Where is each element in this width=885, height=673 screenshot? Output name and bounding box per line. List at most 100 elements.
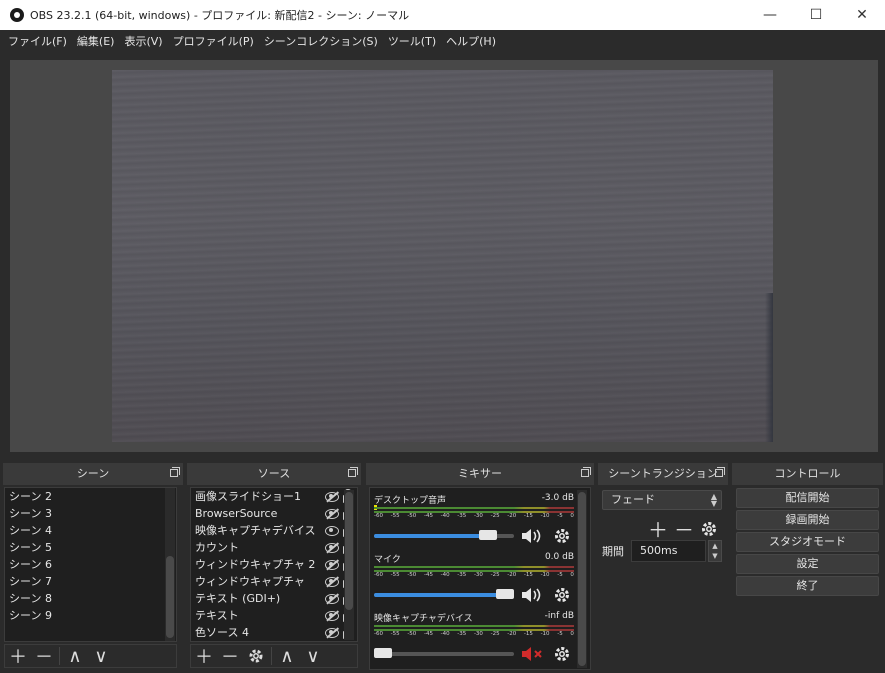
menu-help[interactable]: ヘルプ(H) [441, 33, 501, 49]
duration-spinner[interactable]: ▲ ▼ [708, 540, 722, 562]
source-item[interactable]: BrowserSource [191, 505, 357, 522]
gear-icon[interactable] [553, 645, 571, 663]
move-source-down-button[interactable]: ∨ [300, 644, 326, 668]
channel-db: -3.0 dB [541, 493, 574, 503]
speaker-icon[interactable] [520, 527, 544, 545]
visibility-hidden-icon[interactable] [325, 577, 339, 587]
transition-selected: フェード [611, 493, 655, 506]
source-properties-button[interactable] [243, 644, 269, 668]
volume-slider[interactable] [374, 530, 514, 540]
scene-list[interactable]: シーン 2 シーン 3 シーン 4 シーン 5 シーン 6 シーン 7 シーン … [4, 487, 177, 642]
gear-icon[interactable] [553, 586, 571, 604]
remove-source-button[interactable]: － [217, 644, 243, 668]
visibility-hidden-icon[interactable] [325, 509, 339, 519]
scene-item[interactable]: シーン 7 [5, 573, 176, 590]
source-item[interactable]: カウント [191, 539, 357, 556]
add-source-button[interactable]: ＋ [191, 644, 217, 668]
menu-tools[interactable]: ツール(T) [383, 33, 441, 49]
gear-icon[interactable] [553, 527, 571, 545]
visibility-hidden-icon[interactable] [325, 492, 339, 502]
source-item[interactable]: テキスト [191, 607, 357, 624]
scene-item[interactable]: シーン 3 [5, 505, 176, 522]
mixer-scroll-thumb[interactable] [578, 492, 586, 666]
volume-thumb[interactable] [496, 589, 514, 599]
volume-slider[interactable] [374, 589, 514, 599]
source-item[interactable]: テキスト (GDI+) [191, 590, 357, 607]
visibility-hidden-icon[interactable] [325, 594, 339, 604]
studio-mode-button[interactable]: スタジオモード [736, 532, 879, 552]
undock-icon[interactable] [581, 467, 591, 477]
speaker-icon[interactable] [520, 586, 544, 604]
add-scene-button[interactable]: ＋ [5, 644, 31, 668]
menu-profile[interactable]: プロファイル(P) [168, 33, 259, 49]
volume-slider[interactable] [374, 648, 514, 658]
scene-item[interactable]: シーン 4 [5, 522, 176, 539]
close-button[interactable]: ✕ [839, 0, 885, 30]
volume-fill [374, 593, 514, 597]
visibility-hidden-icon[interactable] [325, 611, 339, 621]
scene-item[interactable]: シーン 9 [5, 607, 176, 624]
visibility-hidden-icon[interactable] [325, 628, 339, 638]
start-recording-button[interactable]: 録画開始 [736, 510, 879, 530]
obs-logo-icon [10, 8, 24, 22]
undock-icon[interactable] [170, 467, 180, 477]
duration-input[interactable]: 500ms [631, 540, 706, 562]
source-item[interactable]: 画像スライドショー1 [191, 488, 357, 505]
controls-dock-header: コントロール [732, 463, 883, 485]
menu-edit[interactable]: 編集(E) [72, 33, 120, 49]
preview-video[interactable] [112, 70, 773, 442]
menu-bar: ファイル(F) 編集(E) 表示(V) プロファイル(P) シーンコレクション(… [0, 30, 885, 52]
undock-icon[interactable] [348, 467, 358, 477]
transition-properties-gear-icon[interactable] [700, 520, 718, 538]
move-scene-down-button[interactable]: ∨ [88, 644, 114, 668]
scene-item[interactable]: シーン 8 [5, 590, 176, 607]
scene-item[interactable]: シーン 6 [5, 556, 176, 573]
scene-scrollbar[interactable] [165, 488, 175, 641]
add-transition-button[interactable]: ＋ [648, 514, 668, 543]
source-toolbar: ＋ － ∧ ∨ [190, 644, 358, 668]
volume-meter [374, 623, 574, 631]
source-scroll-thumb[interactable] [345, 492, 353, 610]
muted-speaker-icon[interactable] [520, 645, 544, 663]
transitions-dock-header: シーントランジション [598, 463, 728, 485]
volume-thumb[interactable] [374, 648, 392, 658]
scene-item[interactable]: シーン 5 [5, 539, 176, 556]
source-name: 画像スライドショー1 [195, 490, 301, 503]
minimize-button[interactable]: — [747, 0, 793, 30]
visibility-hidden-icon[interactable] [325, 560, 339, 570]
visibility-icon[interactable] [325, 526, 339, 536]
settings-button[interactable]: 設定 [736, 554, 879, 574]
visibility-hidden-icon[interactable] [325, 543, 339, 553]
start-streaming-button[interactable]: 配信開始 [736, 488, 879, 508]
undock-icon[interactable] [715, 467, 725, 477]
menu-file[interactable]: ファイル(F) [3, 33, 72, 49]
scene-item[interactable]: シーン 2 [5, 488, 176, 505]
mixer-channel-mic: マイク 0.0 dB -60 -55 -50 -45 -40 -35 -30 -25 -20 -1… [374, 552, 574, 608]
preview-area[interactable] [10, 60, 878, 452]
source-list[interactable]: 画像スライドショー1 BrowserSource 映像キャプチャデバイス カウン… [190, 487, 358, 642]
remove-scene-button[interactable]: － [31, 644, 57, 668]
source-item[interactable]: ウィンドウキャプチャ [191, 573, 357, 590]
source-scrollbar[interactable] [344, 490, 354, 640]
scene-scroll-thumb[interactable] [166, 556, 174, 638]
source-item[interactable]: 色ソース 4 [191, 624, 357, 641]
source-item[interactable]: 映像キャプチャデバイス [191, 522, 357, 539]
volume-row [374, 644, 574, 664]
source-item[interactable]: ウィンドウキャプチャ 2 [191, 556, 357, 573]
remove-transition-button[interactable]: － [674, 514, 694, 543]
volume-thumb[interactable] [479, 530, 498, 540]
menu-scene-collection[interactable]: シーンコレクション(S) [259, 33, 383, 49]
volume-meter [374, 564, 574, 572]
transition-select[interactable]: フェード ▲ ▼ [602, 490, 722, 510]
mixer-scrollbar[interactable] [577, 490, 587, 668]
toolbar-divider [59, 647, 60, 665]
exit-button[interactable]: 終了 [736, 576, 879, 596]
menu-view[interactable]: 表示(V) [119, 33, 167, 49]
select-arrows-icon: ▲ ▼ [710, 492, 717, 508]
move-source-up-button[interactable]: ∧ [274, 644, 300, 668]
maximize-button[interactable]: ☐ [793, 0, 839, 30]
move-scene-up-button[interactable]: ∧ [62, 644, 88, 668]
sources-dock-header: ソース [187, 463, 361, 485]
meter-scale: -60 -55 -50 -45 -40 -35 -30 -25 -20 -15 -10 -5 0 [374, 513, 574, 519]
source-name: テキスト [195, 609, 239, 622]
